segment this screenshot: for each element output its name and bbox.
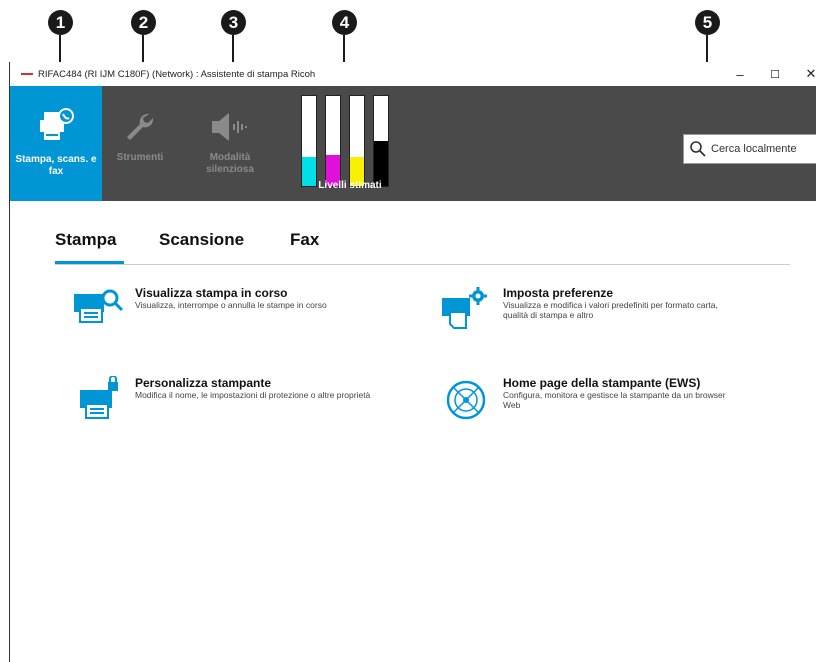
ricoh-logo-icon <box>21 73 33 75</box>
callout-1: 1 <box>48 10 73 35</box>
task-view-print-jobs-desc: Visualizza, interrompe o annulla le stam… <box>135 300 327 310</box>
tab-fax[interactable]: Fax <box>290 230 319 250</box>
search-box[interactable]: Cerca localmente <box>683 134 816 164</box>
close-button[interactable]: ✕ <box>801 65 816 83</box>
toolbar-tools[interactable]: Strumenti <box>110 86 170 201</box>
ink-cartridge-cyan <box>301 95 317 187</box>
task-customize-printer-desc: Modifica il nome, le impostazioni di pro… <box>135 390 371 400</box>
ink-cartridge-black <box>373 95 389 187</box>
task-set-preferences-title[interactable]: Imposta preferenze <box>503 286 743 300</box>
title-bar: RIFAC484 (RI IJM C180F) (Network) : Assi… <box>10 62 816 86</box>
ink-cartridge-yellow <box>349 95 365 187</box>
window-title: RIFAC484 (RI IJM C180F) (Network) : Assi… <box>38 68 316 80</box>
callout-4: 4 <box>332 10 357 35</box>
toolbar-print-scan-fax-label: Stampa, scans. e fax <box>15 154 97 177</box>
toolbar-print-scan-fax[interactable]: Stampa, scans. e fax <box>10 86 102 201</box>
toolbar-tools-label: Strumenti <box>116 152 164 163</box>
tab-print[interactable]: Stampa <box>55 230 116 250</box>
callout-2: 2 <box>131 10 156 35</box>
task-printer-homepage-title[interactable]: Home page della stampante (EWS) <box>503 376 743 390</box>
toolbar: Stampa, scans. e fax Strumenti Modalità … <box>10 86 816 201</box>
task-customize-printer-title[interactable]: Personalizza stampante <box>135 376 375 390</box>
printer-scan-fax-icon <box>40 108 74 140</box>
task-printer-homepage-desc: Configura, monitora e gestisce la stampa… <box>503 390 726 410</box>
task-printer-homepage[interactable]: Home page della stampante (EWS) Configur… <box>440 376 743 421</box>
task-view-print-jobs-title[interactable]: Visualizza stampa in corso <box>135 286 375 300</box>
wrench-icon <box>127 113 154 140</box>
maximize-button[interactable]: ☐ <box>765 65 785 83</box>
task-set-preferences-desc: Visualizza e modifica i valori predefini… <box>503 300 718 320</box>
toolbar-quiet-mode-label: Modalità silenziosa <box>206 152 254 175</box>
tab-scan[interactable]: Scansione <box>159 230 244 250</box>
minimize-button[interactable]: – <box>730 65 750 83</box>
ink-cartridge-magenta <box>325 95 341 187</box>
callout-3: 3 <box>221 10 246 35</box>
print-queue-icon <box>74 289 124 323</box>
printer-lock-icon <box>80 375 118 419</box>
speaker-quiet-icon <box>212 113 247 141</box>
active-tab-indicator <box>55 261 124 264</box>
ink-levels-label: Livelli stimati <box>318 180 382 191</box>
assistant-window: RIFAC484 (RI IJM C180F) (Network) : Assi… <box>9 62 816 662</box>
printer-preferences-icon <box>442 287 487 329</box>
globe-icon <box>446 380 486 420</box>
search-input[interactable]: Cerca localmente <box>711 143 797 155</box>
callout-5: 5 <box>695 10 720 35</box>
task-set-preferences[interactable]: Imposta preferenze Visualizza e modifica… <box>440 286 743 331</box>
task-view-print-jobs[interactable]: Visualizza stampa in corso Visualizza, i… <box>72 286 375 331</box>
task-customize-printer[interactable]: Personalizza stampante Modifica il nome,… <box>72 375 375 421</box>
tab-strip: Stampa Scansione Fax <box>55 230 790 265</box>
search-icon <box>690 141 706 157</box>
toolbar-quiet-mode[interactable]: Modalità silenziosa <box>200 86 260 201</box>
